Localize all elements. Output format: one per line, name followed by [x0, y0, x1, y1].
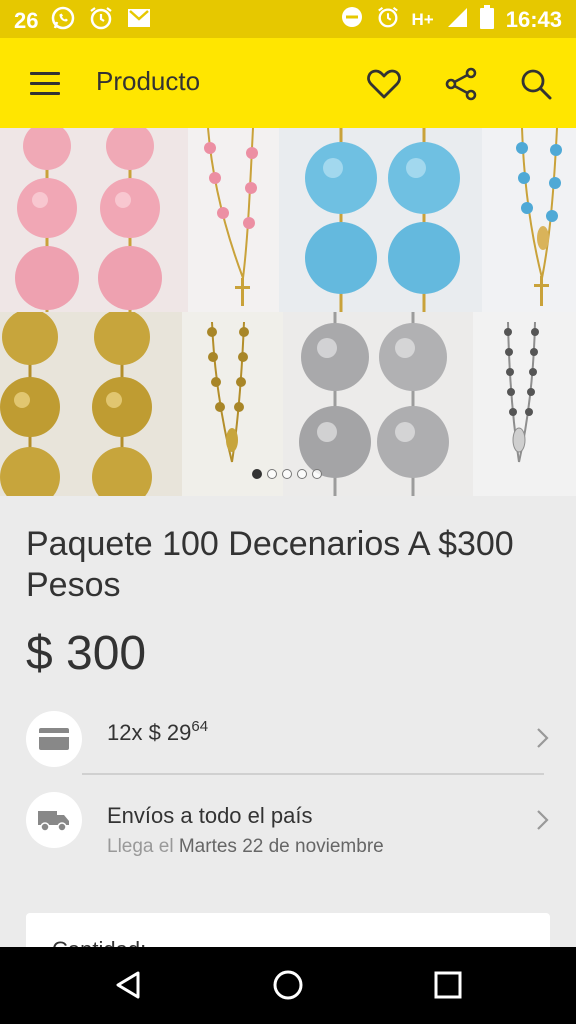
share-icon — [445, 67, 477, 101]
product-details: Paquete 100 Decenarios A $300 Pesos $ 30… — [0, 496, 576, 973]
system-navigation-bar — [0, 947, 576, 1024]
home-button[interactable] — [268, 967, 308, 1003]
search-icon — [521, 69, 552, 100]
hamburger-icon — [30, 71, 60, 75]
product-photo-pink-rosary — [188, 128, 279, 312]
gmail-icon — [126, 7, 152, 34]
divider — [82, 773, 544, 775]
status-bar: 26 H+ 16:43 — [0, 0, 576, 38]
heart-icon — [367, 69, 401, 99]
installments-text[interactable]: 12x $ 2964 — [107, 718, 209, 746]
carousel-dot[interactable] — [282, 469, 292, 479]
menu-button[interactable] — [22, 62, 68, 104]
back-button[interactable] — [108, 967, 148, 1003]
do-not-disturb-icon — [340, 5, 364, 34]
shipping-eta: Llega el Martes 22 de noviembre — [107, 836, 384, 857]
alarm-icon — [376, 5, 400, 34]
page-title: Producto — [96, 66, 201, 96]
product-photo-silver-rosary — [473, 312, 576, 496]
product-title: Paquete 100 Decenarios A $300 Pesos — [26, 525, 514, 604]
product-photo-pink — [0, 128, 188, 312]
battery-icon — [479, 5, 494, 34]
product-image-carousel[interactable] — [0, 128, 576, 496]
carousel-dot[interactable] — [312, 469, 322, 479]
payment-icon-container — [26, 711, 82, 767]
shipping-title[interactable]: Envíos a todo el país — [107, 803, 312, 829]
alarm-icon — [88, 5, 114, 36]
carousel-dot[interactable] — [267, 469, 277, 479]
clock: 16:43 — [505, 6, 562, 32]
shipping-icon-container — [26, 792, 82, 848]
recents-square-icon — [434, 971, 462, 999]
recents-button[interactable] — [428, 967, 468, 1003]
chevron-right-icon[interactable] — [532, 726, 552, 750]
chevron-right-icon[interactable] — [532, 808, 552, 832]
search-button[interactable] — [514, 62, 558, 106]
home-circle-icon — [273, 970, 303, 1000]
carousel-dot[interactable] — [252, 469, 262, 479]
whatsapp-icon — [50, 5, 76, 36]
signal-icon — [446, 6, 468, 33]
network-type: H+ — [411, 9, 434, 29]
back-triangle-icon — [116, 971, 140, 999]
carousel-indicator — [252, 469, 322, 479]
favorite-button[interactable] — [362, 62, 406, 106]
truck-icon — [38, 811, 69, 832]
app-bar: Producto — [0, 38, 576, 128]
product-photo-blue-rosary — [482, 128, 576, 312]
installments-amount: 12x $ 29 — [107, 720, 192, 745]
notification-count: 26 — [14, 7, 39, 33]
credit-card-icon — [39, 728, 69, 750]
carousel-dot[interactable] — [297, 469, 307, 479]
share-button[interactable] — [439, 62, 483, 106]
product-photo-gold — [0, 312, 182, 496]
product-price: $ 300 — [26, 627, 147, 680]
installments-cents: 64 — [191, 718, 209, 735]
product-photo-blue — [279, 128, 482, 312]
